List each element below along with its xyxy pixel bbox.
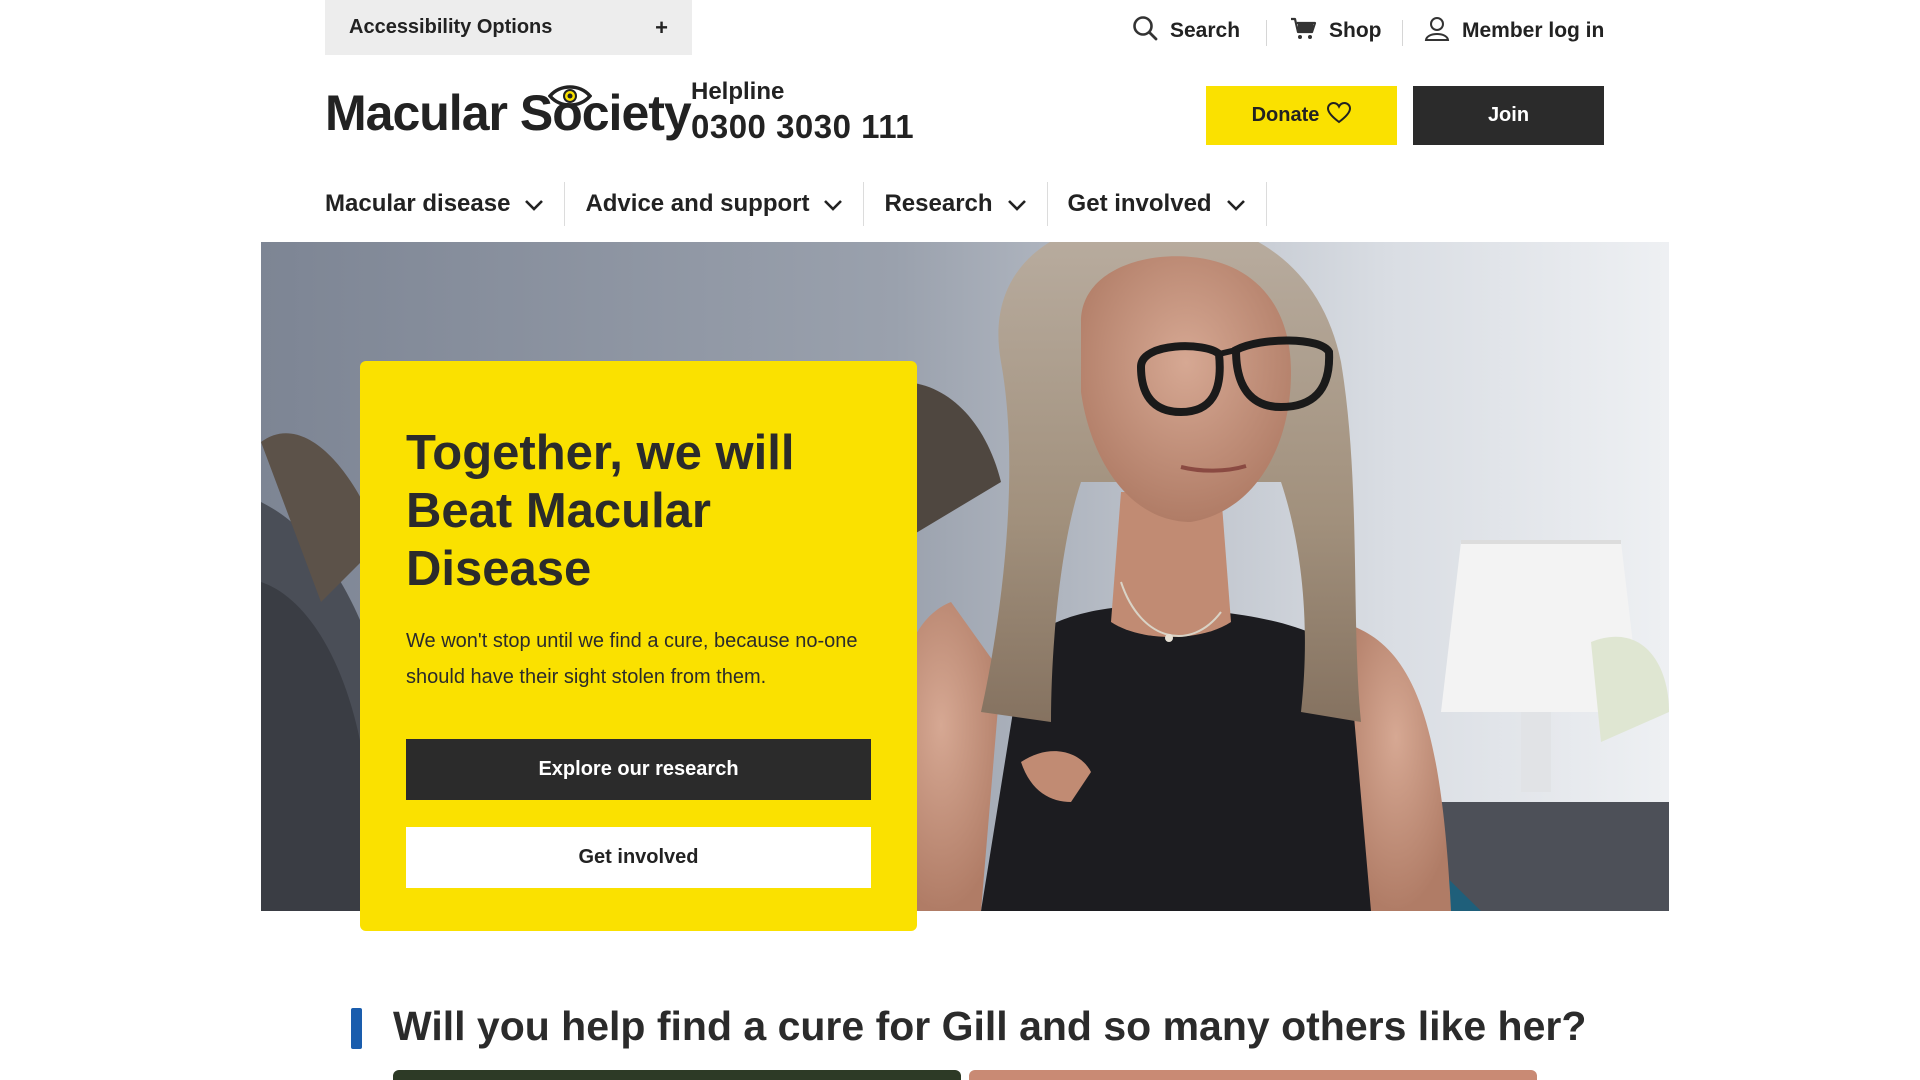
get-involved-button[interactable]: Get involved bbox=[406, 827, 871, 888]
shop-label: Shop bbox=[1329, 19, 1382, 42]
chevron-down-icon bbox=[1226, 190, 1246, 218]
story-card-image[interactable] bbox=[969, 1070, 1537, 1080]
nav-item-label: Research bbox=[884, 190, 993, 217]
site-logo[interactable]: Macular Society bbox=[325, 84, 692, 142]
story-card-image[interactable] bbox=[393, 1070, 961, 1080]
explore-research-button[interactable]: Explore our research bbox=[406, 739, 871, 800]
logo-text: Macular Society bbox=[325, 85, 692, 141]
nav-item-advice-and-support[interactable]: Advice and support bbox=[565, 182, 865, 226]
utility-divider bbox=[1402, 20, 1403, 46]
nav-item-label: Macular disease bbox=[325, 190, 511, 217]
hero-card: Together, we will Beat Macular Disease W… bbox=[360, 361, 917, 931]
helpline-label: Helpline bbox=[691, 78, 785, 105]
nav-item-macular-disease[interactable]: Macular disease bbox=[325, 182, 566, 226]
join-button[interactable]: Join bbox=[1413, 86, 1604, 145]
get-involved-label: Get involved bbox=[578, 846, 699, 868]
main-nav: Macular disease Advice and support Resea… bbox=[325, 182, 1267, 226]
search-label: Search bbox=[1170, 19, 1241, 42]
explore-research-label: Explore our research bbox=[538, 758, 739, 780]
heart-icon bbox=[1327, 101, 1352, 130]
cart-icon bbox=[1289, 15, 1317, 47]
nav-item-label: Get involved bbox=[1067, 190, 1212, 217]
accessibility-options-label: Accessibility Options bbox=[349, 16, 553, 38]
member-login-label: Member log in bbox=[1462, 19, 1605, 42]
chevron-down-icon bbox=[1007, 190, 1027, 218]
eye-icon bbox=[547, 84, 593, 108]
search-link[interactable]: Search bbox=[1132, 14, 1240, 48]
hero-text: We won't stop until we find a cure, beca… bbox=[406, 630, 858, 688]
donate-button[interactable]: Donate bbox=[1206, 86, 1397, 145]
shop-link[interactable]: Shop bbox=[1289, 14, 1382, 48]
plus-icon: + bbox=[655, 14, 668, 40]
utility-divider bbox=[1266, 20, 1267, 46]
chevron-down-icon bbox=[823, 190, 843, 218]
nav-item-label: Advice and support bbox=[585, 190, 810, 217]
section-title: Will you help find a cure for Gill and s… bbox=[393, 1003, 1587, 1049]
user-icon bbox=[1424, 15, 1450, 47]
helpline-number[interactable]: 0300 3030 111 bbox=[691, 108, 914, 146]
chevron-down-icon bbox=[524, 190, 544, 218]
nav-item-get-involved[interactable]: Get involved bbox=[1048, 182, 1267, 226]
member-login-link[interactable]: Member log in bbox=[1424, 14, 1604, 48]
donate-label: Donate bbox=[1251, 104, 1320, 126]
section-accent-bar bbox=[351, 1008, 362, 1049]
search-icon bbox=[1132, 15, 1158, 47]
hero-title: Together, we will Beat Macular Disease bbox=[406, 426, 795, 596]
accessibility-options-button[interactable]: Accessibility Options + bbox=[325, 0, 692, 55]
join-label: Join bbox=[1487, 104, 1530, 126]
nav-item-research[interactable]: Research bbox=[864, 182, 1048, 226]
